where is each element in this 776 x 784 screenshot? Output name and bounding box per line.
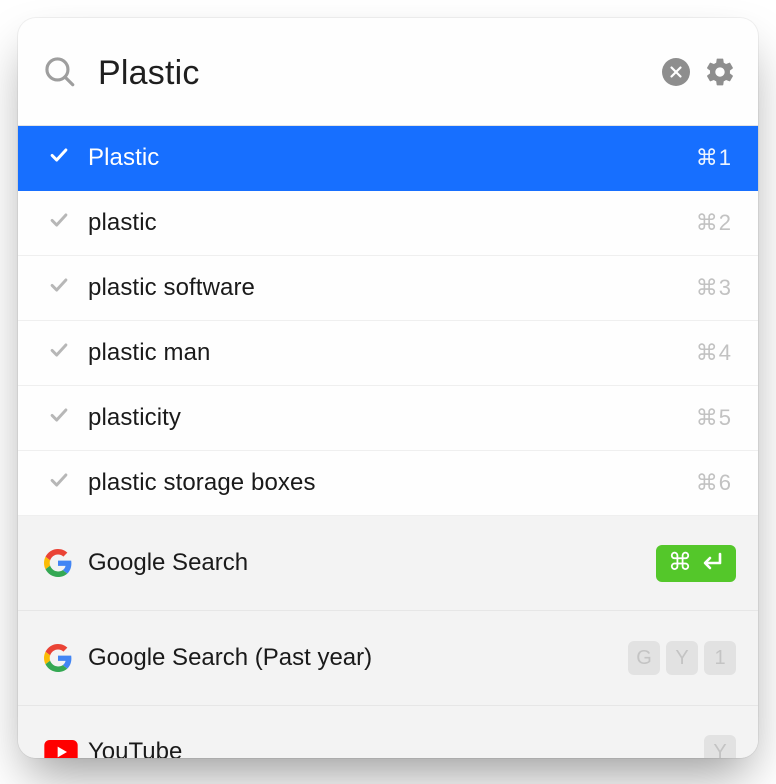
check-icon [48, 209, 88, 238]
shortcut-keys: GY1 [628, 641, 736, 675]
suggestion-row[interactable]: plastic software⌘3 [18, 256, 758, 321]
check-icon [48, 144, 88, 173]
check-icon [48, 404, 88, 433]
suggestion-row[interactable]: Plastic⌘1 [18, 126, 758, 191]
youtube-icon [44, 740, 88, 758]
suggestion-label: plastic storage boxes [88, 469, 696, 497]
suggestion-row[interactable]: plastic⌘2 [18, 191, 758, 256]
check-icon [48, 339, 88, 368]
keycap: Y [666, 641, 698, 675]
suggestion-label: plastic [88, 209, 696, 237]
actions-list: Google Search⌘Google Search (Past year)G… [18, 516, 758, 758]
action-row[interactable]: Google Search (Past year)GY1 [18, 611, 758, 706]
search-bar [18, 18, 758, 126]
settings-button[interactable] [704, 56, 736, 88]
suggestion-row[interactable]: plastic man⌘4 [18, 321, 758, 386]
action-label: Google Search [88, 549, 656, 577]
action-row[interactable]: YouTubeY [18, 706, 758, 758]
shortcut-keys: Y [704, 735, 736, 758]
action-row[interactable]: Google Search⌘ [18, 516, 758, 611]
action-label: YouTube [88, 738, 704, 758]
keycap: Y [704, 735, 736, 758]
suggestion-label: plastic man [88, 339, 696, 367]
shortcut-label: ⌘2 [696, 210, 732, 236]
suggestions-list: Plastic⌘1plastic⌘2plastic software⌘3plas… [18, 126, 758, 516]
keycap: G [628, 641, 660, 675]
google-icon [44, 644, 88, 672]
check-icon [48, 274, 88, 303]
enter-icon [700, 551, 724, 576]
suggestion-label: plasticity [88, 404, 696, 432]
check-icon [48, 469, 88, 498]
shortcut-label: ⌘1 [696, 145, 732, 171]
suggestion-row[interactable]: plastic storage boxes⌘6 [18, 451, 758, 516]
primary-shortcut: ⌘ [656, 545, 736, 582]
search-input[interactable] [96, 50, 662, 94]
launcher-window: Plastic⌘1plastic⌘2plastic software⌘3plas… [18, 18, 758, 758]
clear-button[interactable] [662, 58, 690, 86]
suggestion-row[interactable]: plasticity⌘5 [18, 386, 758, 451]
shortcut-label: ⌘4 [696, 340, 732, 366]
action-label: Google Search (Past year) [88, 644, 628, 672]
shortcut-label: ⌘3 [696, 275, 732, 301]
suggestion-label: plastic software [88, 274, 696, 302]
google-icon [44, 549, 88, 577]
search-icon [42, 54, 78, 90]
shortcut-label: ⌘6 [696, 470, 732, 496]
suggestion-label: Plastic [88, 144, 696, 172]
shortcut-label: ⌘5 [696, 405, 732, 431]
keycap: 1 [704, 641, 736, 675]
